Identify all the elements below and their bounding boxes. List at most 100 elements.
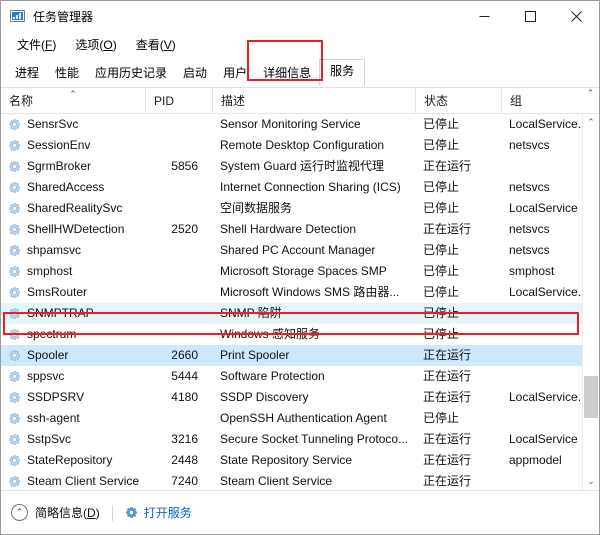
column-header-status-label: 状态 — [424, 94, 448, 108]
table-row[interactable]: SmsRouterMicrosoft Windows SMS 路由器...已停止… — [1, 282, 582, 303]
table-row[interactable]: SstpSvc3216Secure Socket Tunneling Proto… — [1, 429, 582, 450]
close-icon[interactable] — [553, 1, 599, 33]
service-name-label: SgrmBroker — [27, 156, 91, 177]
tab-strip: 进程 性能 应用历史记录 启动 用户 详细信息 服务 — [1, 57, 599, 87]
cell-status: 已停止 — [415, 240, 501, 261]
gear-icon — [125, 506, 138, 519]
table-row[interactable]: ShellHWDetection2520Shell Hardware Detec… — [1, 219, 582, 240]
cell-description: Secure Socket Tunneling Protoco... — [212, 429, 415, 450]
cell-status: 正在运行 — [415, 471, 501, 490]
cell-service-name: Spooler — [1, 345, 145, 366]
service-name-label: SmsRouter — [27, 282, 87, 303]
cell-pid: 2448 — [145, 450, 212, 471]
column-header-status[interactable]: 状态 — [416, 88, 502, 114]
menu-item-file-accel: F — [45, 38, 52, 52]
column-header-group[interactable]: 组 — [502, 88, 582, 114]
table-row[interactable]: SharedRealitySvc空间数据服务已停止LocalService — [1, 198, 582, 219]
cell-status: 正在运行 — [415, 219, 501, 240]
tab-startup-label: 启动 — [183, 66, 207, 80]
table-row[interactable]: SessionEnvRemote Desktop Configuration已停… — [1, 135, 582, 156]
column-header-pid[interactable]: PID — [146, 88, 213, 114]
table-row[interactable]: shpamsvcShared PC Account Manager已停止nets… — [1, 240, 582, 261]
cell-group — [501, 156, 581, 177]
table-row[interactable]: SgrmBroker5856System Guard 运行时监视代理正在运行 — [1, 156, 582, 177]
cell-description: Print Spooler — [212, 345, 415, 366]
table-row[interactable]: SSDPSRV4180SSDP Discovery正在运行LocalServic… — [1, 387, 582, 408]
cell-pid — [145, 282, 212, 303]
tab-startup[interactable]: 启动 — [175, 61, 215, 86]
table-row[interactable]: Steam Client Service7240Steam Client Ser… — [1, 471, 582, 490]
table-row[interactable]: ssh-agentOpenSSH Authentication Agent已停止 — [1, 408, 582, 429]
cell-status: 正在运行 — [415, 429, 501, 450]
cell-service-name: SensrSvc — [1, 114, 145, 135]
cell-service-name: SNMPTRAP — [1, 303, 145, 324]
table-header: 名称 ⌃ PID 描述 状态 组 ⌃ — [1, 88, 599, 114]
table-row[interactable]: sppsvc5444Software Protection正在运行 — [1, 366, 582, 387]
tab-users-label: 用户 — [223, 66, 247, 80]
cell-service-name: ssh-agent — [1, 408, 145, 429]
open-services-button[interactable]: 打开服务 — [125, 504, 192, 521]
menu-item-view[interactable]: 查看(V) — [128, 35, 185, 55]
scrollbar-thumb[interactable] — [584, 376, 598, 418]
tab-performance-label: 性能 — [55, 66, 79, 80]
service-name-label: SNMPTRAP — [27, 303, 94, 324]
tab-processes-label: 进程 — [15, 66, 39, 80]
rows-viewport: SensrSvcSensor Monitoring Service已停止Loca… — [1, 114, 599, 490]
cell-status: 正在运行 — [415, 345, 501, 366]
cell-status: 已停止 — [415, 135, 501, 156]
cell-group: netsvcs — [501, 135, 581, 156]
tab-performance[interactable]: 性能 — [47, 61, 87, 86]
table-row[interactable]: StateRepository2448State Repository Serv… — [1, 450, 582, 471]
cell-group: netsvcs — [501, 219, 581, 240]
menu-item-file[interactable]: 文件(F) — [9, 35, 65, 55]
scroll-up-arrow-icon[interactable]: ⌃ — [583, 114, 599, 131]
task-manager-window: 任务管理器 文件(F) 选项(O) 查看(V) 进程 性能 应用历史记录 启动 … — [0, 0, 600, 535]
service-name-label: SensrSvc — [27, 114, 78, 135]
open-services-label: 打开服务 — [144, 504, 192, 521]
cell-status: 已停止 — [415, 324, 501, 345]
cell-group — [501, 471, 581, 490]
cell-group — [501, 366, 581, 387]
tab-users[interactable]: 用户 — [215, 61, 255, 86]
maximize-icon[interactable] — [507, 1, 553, 33]
scrollbar-track[interactable] — [583, 131, 599, 473]
table-row[interactable]: SharedAccessInternet Connection Sharing … — [1, 177, 582, 198]
menu-item-options[interactable]: 选项(O) — [67, 35, 125, 55]
gear-icon — [8, 433, 21, 446]
table-row[interactable]: SNMPTRAPSNMP 陷阱已停止 — [1, 303, 582, 324]
cell-service-name: StateRepository — [1, 450, 145, 471]
gear-icon — [8, 412, 21, 425]
cell-service-name: SharedRealitySvc — [1, 198, 145, 219]
minimize-icon[interactable] — [461, 1, 507, 33]
cell-description: Steam Client Service — [212, 471, 415, 490]
table-row[interactable]: Spooler2660Print Spooler正在运行 — [1, 345, 582, 366]
fewer-details-button[interactable]: ⌃ 简略信息(D) — [11, 504, 100, 521]
cell-service-name: ShellHWDetection — [1, 219, 145, 240]
cell-description: Windows 感知服务 — [212, 324, 415, 345]
tab-processes[interactable]: 进程 — [7, 61, 47, 86]
column-header-description[interactable]: 描述 — [213, 88, 416, 114]
table-row[interactable]: spectrumWindows 感知服务已停止 — [1, 324, 582, 345]
cell-pid — [145, 198, 212, 219]
tab-details[interactable]: 详细信息 — [255, 61, 319, 86]
cell-description: Microsoft Storage Spaces SMP — [212, 261, 415, 282]
service-name-label: sppsvc — [27, 366, 64, 387]
window-title: 任务管理器 — [33, 8, 93, 25]
cell-description: System Guard 运行时监视代理 — [212, 156, 415, 177]
service-name-label: SharedRealitySvc — [27, 198, 122, 219]
column-header-name[interactable]: 名称 ⌃ — [1, 88, 146, 114]
cell-status: 正在运行 — [415, 450, 501, 471]
vertical-scrollbar[interactable]: ⌃ ⌄ — [582, 114, 599, 490]
table-row[interactable]: SensrSvcSensor Monitoring Service已停止Loca… — [1, 114, 582, 135]
cell-status: 已停止 — [415, 114, 501, 135]
cell-description: Internet Connection Sharing (ICS) — [212, 177, 415, 198]
cell-description: OpenSSH Authentication Agent — [212, 408, 415, 429]
tab-services[interactable]: 服务 — [319, 59, 365, 86]
service-name-label: SessionEnv — [27, 135, 90, 156]
table-row[interactable]: smphostMicrosoft Storage Spaces SMP已停止sm… — [1, 261, 582, 282]
scroll-down-arrow-icon[interactable]: ⌄ — [583, 473, 599, 490]
cell-description: Shell Hardware Detection — [212, 219, 415, 240]
service-name-label: SstpSvc — [27, 429, 71, 450]
fewer-details-label: 简略信息(D) — [35, 504, 100, 521]
tab-app-history[interactable]: 应用历史记录 — [87, 61, 175, 86]
